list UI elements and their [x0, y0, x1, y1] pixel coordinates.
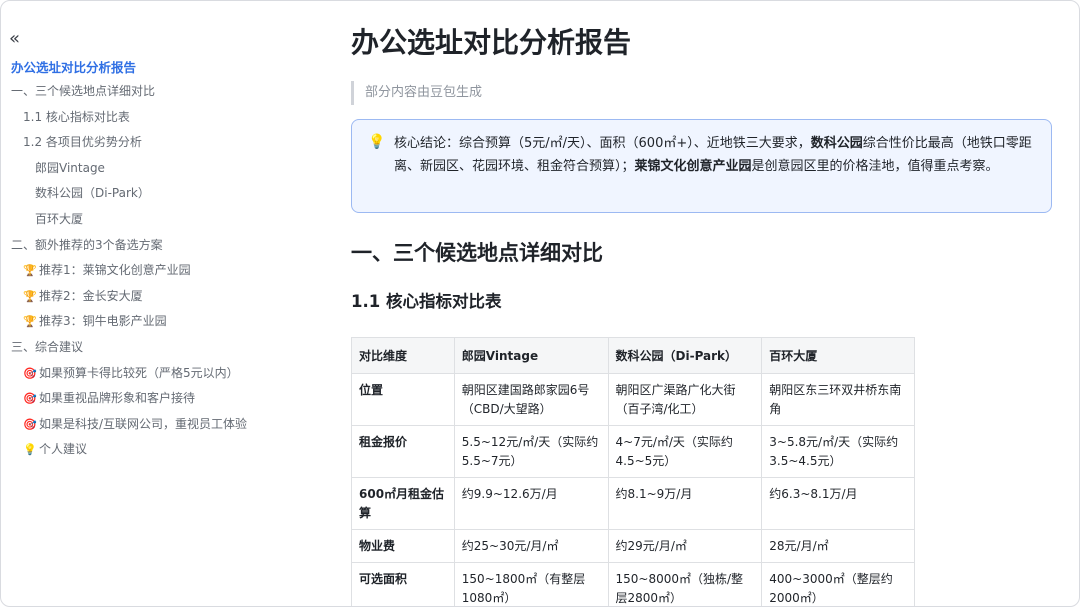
table-cell: 150~8000㎡（独栋/整层2800㎡） — [607, 562, 763, 606]
callout-text: 核心结论：综合预算（5元/㎡/天）、面积（600㎡+）、近地铁三大要求，数科公园… — [394, 136, 1032, 174]
toc-item-section3[interactable]: 三、综合建议 — [1, 335, 301, 361]
callout-box: 💡 核心结论：综合预算（5元/㎡/天）、面积（600㎡+）、近地铁三大要求，数科… — [351, 119, 1052, 213]
table-row: 物业费 约25~30元/月/㎡ 约29元/月/㎡ 28元/月/㎡ — [351, 529, 915, 563]
page-title: 办公选址对比分析报告 — [351, 26, 632, 59]
table-cell: 朝阳区东三环双井桥东南角 — [761, 373, 915, 426]
document-body: 办公选址对比分析报告 部分内容由豆包生成 💡 核心结论：综合预算（5元/㎡/天）… — [351, 1, 1061, 606]
table-row: 租金报价 5.5~12元/㎡/天（实际约5.5~7元） 4~7元/㎡/天（实际约… — [351, 425, 915, 478]
table-row-header: 租金报价 — [351, 425, 455, 478]
toc-doc-title[interactable]: 办公选址对比分析报告 — [11, 57, 136, 76]
table-cell: 3~5.8元/㎡/天（实际约3.5~4.5元） — [761, 425, 915, 478]
toc-list: 一、三个候选地点详细对比 1.1 核心指标对比表 1.2 各项目优劣势分析 郎园… — [1, 79, 301, 463]
toc-item-langyuan[interactable]: 郎园Vintage — [1, 156, 301, 182]
table-cell: 朝阳区广渠路广化大街（百子湾/化工） — [607, 373, 763, 426]
table-cell: 约8.1~9万/月 — [607, 477, 763, 530]
trophy-icon: 🏆 — [23, 264, 37, 278]
table-cell: 约9.9~12.6万/月 — [453, 477, 609, 530]
table-row: 可选面积 150~1800㎡（有整层1080㎡） 150~8000㎡（独栋/整层… — [351, 562, 915, 606]
table-cell: 400~3000㎡（整层约2000㎡） — [761, 562, 915, 606]
table-header-row: 对比维度 郎园Vintage 数科公园（Di-Park） 百环大厦 — [351, 337, 915, 374]
comparison-table: 对比维度 郎园Vintage 数科公园（Di-Park） 百环大厦 位置 朝阳区… — [351, 337, 915, 606]
target-icon: 🎯 — [23, 392, 37, 406]
target-icon: 🎯 — [23, 366, 37, 380]
collapse-sidebar-icon[interactable]: « — [9, 30, 25, 48]
table-row: 位置 朝阳区建国路郎家园6号（CBD/大望路） 朝阳区广渠路广化大街（百子湾/化… — [351, 373, 915, 426]
table-row-header: 位置 — [351, 373, 455, 426]
table-cell: 约25~30元/月/㎡ — [453, 529, 609, 563]
lightbulb-icon: 💡 — [368, 134, 386, 150]
table-header-cell: 郎园Vintage — [453, 337, 609, 374]
target-icon: 🎯 — [23, 417, 37, 431]
toc-item-brand[interactable]: 🎯 如果重视品牌形象和客户接待 — [1, 386, 301, 412]
toc-item-dipark[interactable]: 数科公园（Di-Park） — [1, 181, 301, 207]
subsection-heading: 1.1 核心指标对比表 — [351, 292, 502, 311]
section-heading: 一、三个候选地点详细对比 — [351, 241, 603, 265]
table-header-cell: 对比维度 — [351, 337, 455, 374]
table-cell: 约29元/月/㎡ — [607, 529, 763, 563]
toc-item-1-2[interactable]: 1.2 各项目优劣势分析 — [1, 130, 301, 156]
table-header-cell: 数科公园（Di-Park） — [607, 337, 763, 374]
toc-item-1-1[interactable]: 1.1 核心指标对比表 — [1, 105, 301, 131]
quote-block: 部分内容由豆包生成 — [351, 81, 482, 105]
table-cell: 朝阳区建国路郎家园6号（CBD/大望路） — [453, 373, 609, 426]
app-window: « 办公选址对比分析报告 一、三个候选地点详细对比 1.1 核心指标对比表 1.… — [0, 0, 1080, 607]
toc-item-section1[interactable]: 一、三个候选地点详细对比 — [1, 79, 301, 105]
table-row: 600㎡月租金估算 约9.9~12.6万/月 约8.1~9万/月 约6.3~8.… — [351, 477, 915, 530]
trophy-icon: 🏆 — [23, 289, 37, 303]
toc-item-personal[interactable]: 💡 个人建议 — [1, 437, 301, 463]
table-cell: 约6.3~8.1万/月 — [761, 477, 915, 530]
table-cell: 4~7元/㎡/天（实际约4.5~5元） — [607, 425, 763, 478]
toc-item-budget[interactable]: 🎯 如果预算卡得比较死（严格5元以内） — [1, 361, 301, 387]
toc-item-tech[interactable]: 🎯 如果是科技/互联网公司，重视员工体验 — [1, 412, 301, 438]
table-header-cell: 百环大厦 — [761, 337, 915, 374]
table-cell: 28元/月/㎡ — [761, 529, 915, 563]
toc-item-rec1[interactable]: 🏆 推荐1：莱锦文化创意产业园 — [1, 258, 301, 284]
toc-item-rec2[interactable]: 🏆 推荐2：金长安大厦 — [1, 284, 301, 310]
lightbulb-icon: 💡 — [23, 443, 37, 457]
table-cell: 150~1800㎡（有整层1080㎡） — [453, 562, 609, 606]
table-row-header: 600㎡月租金估算 — [351, 477, 455, 530]
table-row-header: 可选面积 — [351, 562, 455, 606]
table-cell: 5.5~12元/㎡/天（实际约5.5~7元） — [453, 425, 609, 478]
table-row-header: 物业费 — [351, 529, 455, 563]
toc-item-rec3[interactable]: 🏆 推荐3：铜牛电影产业园 — [1, 309, 301, 335]
trophy-icon: 🏆 — [23, 315, 37, 329]
toc-sidebar: « 办公选址对比分析报告 一、三个候选地点详细对比 1.1 核心指标对比表 1.… — [1, 1, 301, 606]
toc-item-section2[interactable]: 二、额外推荐的3个备选方案 — [1, 233, 301, 259]
toc-item-baihuan[interactable]: 百环大厦 — [1, 207, 301, 233]
